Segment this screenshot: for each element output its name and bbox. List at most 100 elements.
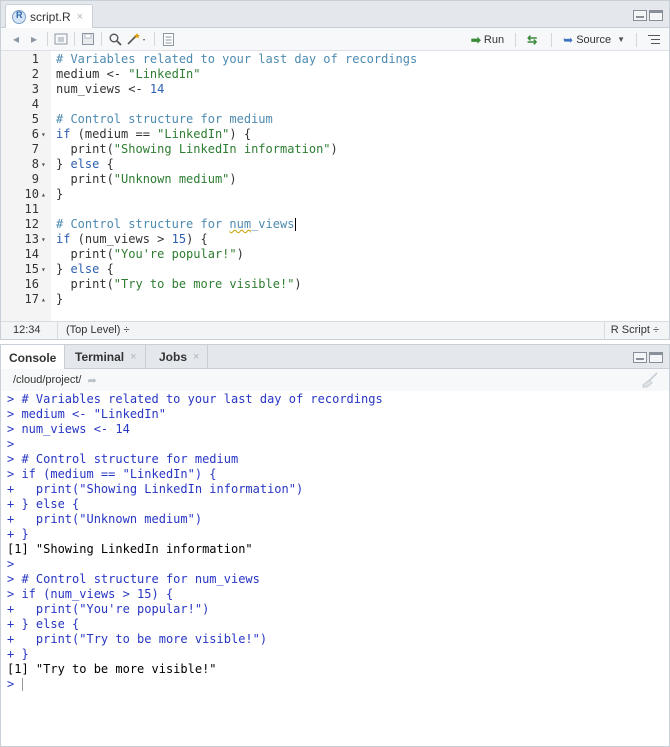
source-button[interactable]: ➥ Source ▼ — [560, 31, 628, 48]
clear-console-icon[interactable] — [641, 372, 659, 388]
line-number: 2 — [31, 67, 39, 81]
maximize-pane-icon[interactable] — [649, 352, 663, 363]
console-output[interactable]: > # Variables related to your last day o… — [1, 391, 669, 747]
scope-selector[interactable]: (Top Level) ÷ — [57, 322, 130, 339]
code-text: print("Try to be more visible!") — [56, 277, 302, 292]
editor-tabbar: script.R × — [1, 1, 669, 28]
code-token: if — [56, 232, 71, 246]
console-pane: Console Terminal × Jobs × /cloud/project… — [0, 344, 670, 747]
console-input-line: + } else { — [7, 617, 79, 632]
line-number: 7 — [31, 142, 39, 156]
toolbar-divider — [101, 32, 102, 46]
search-icon[interactable] — [106, 31, 124, 47]
console-input-line: + print("Showing LinkedIn information") — [7, 482, 303, 497]
code-token: ) — [330, 142, 338, 156]
code-token: 14 — [149, 82, 165, 96]
console-output-line: [1] "Try to be more visible!" — [7, 662, 217, 677]
close-tab-icon[interactable]: × — [77, 11, 83, 23]
code-line[interactable]: 11 — [1, 202, 669, 217]
magic-wand-icon[interactable] — [124, 31, 150, 47]
console-input-line: > medium <- "LinkedIn" — [7, 407, 166, 422]
line-number: 14 — [24, 247, 39, 261]
close-tab-icon[interactable]: × — [130, 351, 136, 363]
code-line[interactable]: 5 # Control structure for medium — [1, 112, 669, 127]
console-text: > — [7, 677, 22, 691]
code-line[interactable]: 3 num_views <- 14 — [1, 82, 669, 97]
rerun-button[interactable]: ⇆ — [524, 31, 543, 48]
chevron-down-icon[interactable]: ▼ — [617, 35, 625, 44]
code-token: print( — [56, 247, 114, 261]
code-line[interactable]: 6 ▾ if (medium == "LinkedIn") { — [1, 127, 669, 142]
code-text: } — [56, 187, 63, 202]
code-line[interactable]: 7 print("Showing LinkedIn information") — [1, 142, 669, 157]
code-text: print("You're popular!") — [56, 247, 243, 262]
go-to-directory-icon[interactable]: ➦ — [87, 374, 96, 387]
forward-arrow-icon[interactable]: ▸ — [25, 31, 43, 47]
minimize-pane-icon[interactable] — [633, 352, 647, 363]
fold-toggle-icon[interactable]: ▾ — [41, 157, 51, 172]
code-text: } — [56, 292, 63, 307]
console-input-line: > # Control structure for medium — [7, 452, 238, 467]
tab-script-r[interactable]: script.R × — [5, 4, 93, 28]
code-token: ) — [294, 277, 302, 291]
console-text: + } else { — [7, 617, 80, 631]
maximize-pane-icon[interactable] — [649, 10, 663, 21]
console-input-line: > # Variables related to your last day o… — [7, 392, 383, 407]
save-icon[interactable] — [79, 31, 97, 47]
show-in-window-icon[interactable] — [52, 31, 70, 47]
code-text: # Variables related to your last day of … — [56, 52, 417, 67]
code-text: } else { — [56, 262, 114, 277]
code-line[interactable]: 16 print("Try to be more visible!") — [1, 277, 669, 292]
console-input-line: + } — [7, 527, 29, 542]
file-type-selector[interactable]: R Script ÷ — [603, 322, 659, 339]
console-input-line: + } — [7, 647, 29, 662]
code-token: # Variables related to your last day of … — [56, 52, 418, 66]
tab-label: Terminal — [75, 350, 125, 364]
fold-toggle-icon[interactable]: ▴ — [41, 292, 51, 307]
editor-toolbar: ◂ ▸ ➡ Run ⇆ ➥ Source ▼ — [1, 28, 669, 51]
code-token: "You're popular!" — [113, 247, 237, 261]
code-text: # Control structure for num_views — [56, 217, 297, 232]
fold-toggle-icon[interactable]: ▴ — [41, 187, 51, 202]
code-line[interactable]: 4 — [1, 97, 669, 112]
tab-console[interactable]: Console — [1, 345, 66, 370]
console-input-line: > — [7, 437, 14, 452]
fold-toggle-icon[interactable]: ▾ — [41, 232, 51, 247]
tab-jobs[interactable]: Jobs × — [151, 345, 209, 369]
code-token: else — [70, 262, 100, 276]
rerun-arrows-icon: ⇆ — [527, 32, 538, 47]
code-token: "Unknown medium" — [113, 172, 230, 186]
code-text: num_views <- 14 — [56, 82, 164, 97]
code-line[interactable]: 1 # Variables related to your last day of… — [1, 52, 669, 67]
close-tab-icon[interactable]: × — [193, 351, 199, 363]
code-line[interactable]: 13 ▾ if (num_views > 15) { — [1, 232, 669, 247]
code-line[interactable]: 8 ▾} else { — [1, 157, 669, 172]
code-line[interactable]: 12 # Control structure for num_views — [1, 217, 669, 232]
console-text: + print("Unknown medium") — [7, 512, 203, 526]
console-window-controls — [633, 352, 663, 363]
console-text: [1] "Showing LinkedIn information" — [7, 542, 253, 556]
code-line[interactable]: 10 ▴} — [1, 187, 669, 202]
code-line[interactable]: 14 print("You're popular!") — [1, 247, 669, 262]
back-arrow-icon[interactable]: ◂ — [7, 31, 25, 47]
tab-terminal[interactable]: Terminal × — [67, 345, 146, 369]
run-button[interactable]: ➡ Run — [468, 31, 507, 48]
code-text: print("Unknown medium") — [56, 172, 236, 187]
code-line[interactable]: 15 ▾} else { — [1, 262, 669, 277]
console-text: > if (num_views > 15) { — [7, 587, 174, 601]
compile-report-icon[interactable] — [159, 31, 177, 47]
fold-toggle-icon[interactable]: ▾ — [41, 262, 51, 277]
code-line[interactable]: 17 ▴} — [1, 292, 669, 307]
minimize-pane-icon[interactable] — [633, 10, 647, 21]
toolbar-divider — [636, 32, 637, 47]
fold-toggle-icon[interactable]: ▾ — [41, 127, 51, 142]
code-token: (medium == — [70, 127, 158, 141]
code-editor[interactable]: 1 # Variables related to your last day of… — [1, 51, 669, 321]
code-text: if (medium == "LinkedIn") { — [56, 127, 251, 142]
outline-button[interactable] — [645, 31, 663, 48]
code-line[interactable]: 2 medium <- "LinkedIn" — [1, 67, 669, 82]
code-token: print( — [56, 277, 114, 291]
code-line[interactable]: 9 print("Unknown medium") — [1, 172, 669, 187]
code-text: } else { — [56, 157, 114, 172]
console-text: + } — [7, 647, 29, 661]
